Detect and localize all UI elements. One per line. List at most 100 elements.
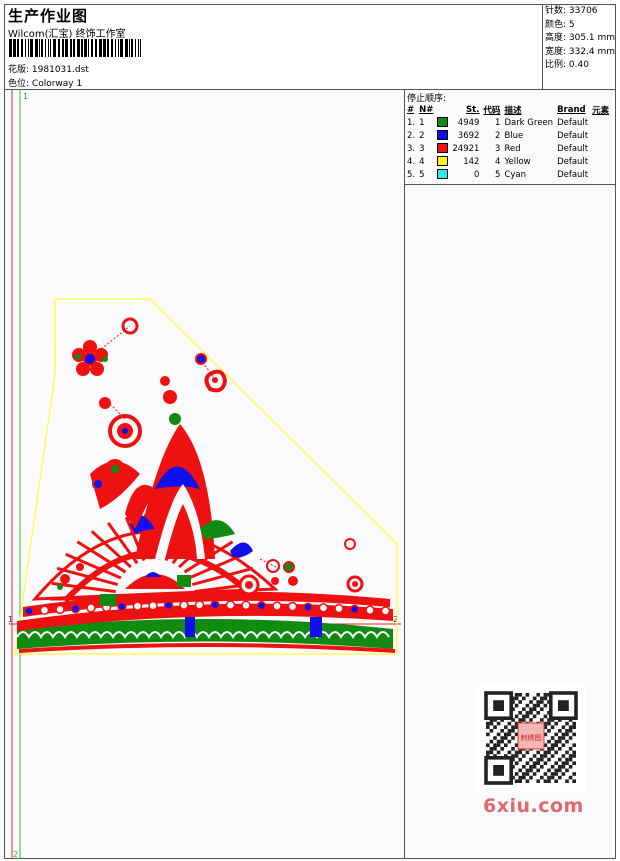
right-dot (271, 577, 279, 585)
qr-module (565, 761, 569, 765)
qr-module (518, 693, 522, 697)
barcode-bar (62, 39, 64, 57)
qr-module (486, 721, 490, 726)
qr-module (565, 739, 569, 744)
barcode-bar (35, 39, 38, 57)
qr-module (522, 754, 526, 758)
barcode-bar (13, 39, 16, 57)
qr-module (529, 711, 533, 715)
qr-module (514, 703, 519, 708)
small-dot (163, 390, 177, 404)
band-dot (318, 603, 329, 613)
qr-module (529, 707, 533, 711)
cell-code: 2 (495, 130, 501, 141)
cell-desc: Cyan (504, 169, 526, 180)
qr-module (554, 750, 558, 755)
qr-module (522, 707, 526, 711)
qr-module (565, 732, 569, 737)
qr-module (493, 747, 497, 751)
table-row: 2. 2 3692 2 Blue Default (405, 129, 611, 142)
cell-stitches: 0 (474, 169, 480, 180)
qr-module (543, 750, 548, 755)
band-dot (256, 600, 267, 611)
qr-module (558, 765, 562, 769)
qr-module (561, 732, 566, 737)
cell-swatch (435, 168, 450, 181)
qr-module (522, 696, 526, 701)
barcode-bar (88, 39, 89, 57)
qr-module (572, 743, 576, 747)
qr-module (525, 714, 530, 719)
barcode-bar (81, 39, 83, 57)
qr-module (532, 765, 537, 769)
barcode-bar (129, 39, 130, 57)
band-dot (334, 603, 344, 614)
cell-number: 5 (419, 169, 425, 180)
qr-module (554, 761, 558, 765)
band-dot (349, 604, 360, 615)
qr-module (547, 750, 551, 755)
qr-code-image: 刺绣图 (484, 691, 578, 785)
qr-module (500, 729, 504, 733)
qr-module (572, 750, 576, 755)
cell-code: 4 (495, 156, 501, 167)
barcode-bar (115, 39, 116, 57)
stop-sequence-title: 停止顺序: (407, 94, 447, 104)
barcode-bar (65, 39, 68, 57)
qr-module (496, 739, 501, 744)
qr-module (532, 707, 537, 711)
bottom-marker: 2 (13, 850, 18, 859)
col-code: 代码 (483, 106, 501, 116)
qr-module (507, 721, 512, 726)
qr-module (558, 729, 562, 733)
band-dot (55, 604, 65, 615)
qr-module (550, 747, 555, 751)
qr-module (518, 711, 522, 715)
cell-number: 4 (419, 156, 425, 167)
small-dot (195, 353, 207, 365)
qr-module (547, 768, 551, 773)
barcode-bar (17, 39, 19, 57)
far-right-ring (344, 538, 356, 550)
qr-module (525, 772, 530, 776)
center-blue-block (185, 617, 195, 637)
qr-module (547, 757, 551, 762)
barcode-bar (125, 39, 128, 57)
band-dot (380, 606, 391, 616)
color-swatch (437, 130, 449, 141)
qr-module (500, 739, 504, 744)
cell-brand: Default (557, 130, 589, 141)
cell-stitches: 24921 (452, 143, 480, 154)
band-dot (148, 600, 158, 611)
left-mid-marker: 1 (8, 615, 13, 624)
qr-module (507, 732, 512, 737)
band-dot (163, 600, 174, 611)
qr-module (547, 779, 551, 783)
qr-module (514, 693, 519, 697)
barcode-bar (111, 39, 113, 57)
qr-module (514, 761, 519, 765)
qr-module (518, 757, 522, 762)
qr-module (496, 732, 501, 737)
cell-index: 4. (407, 156, 416, 167)
barcode-bar (21, 39, 23, 57)
qr-module (565, 757, 569, 762)
qr-module (568, 736, 573, 740)
flower-center (83, 352, 97, 366)
barcode-bar (77, 39, 80, 57)
barcode-bar (53, 39, 56, 57)
top-marker: 1 (23, 92, 28, 101)
qr-module (496, 721, 501, 726)
design-line: 花版: 1981031.dst (8, 62, 89, 75)
qr-module (565, 721, 569, 726)
band-dot (225, 600, 236, 610)
barcode-bar (107, 39, 109, 57)
right-dot (288, 576, 298, 586)
cell-brand: Default (557, 143, 589, 154)
qr-module (486, 725, 490, 729)
colorway-value: Colorway 1 (31, 79, 83, 89)
qr-module (554, 721, 558, 726)
col-brand: Brand (557, 105, 586, 115)
cell-index: 3. (407, 143, 416, 154)
qr-module (568, 757, 573, 762)
